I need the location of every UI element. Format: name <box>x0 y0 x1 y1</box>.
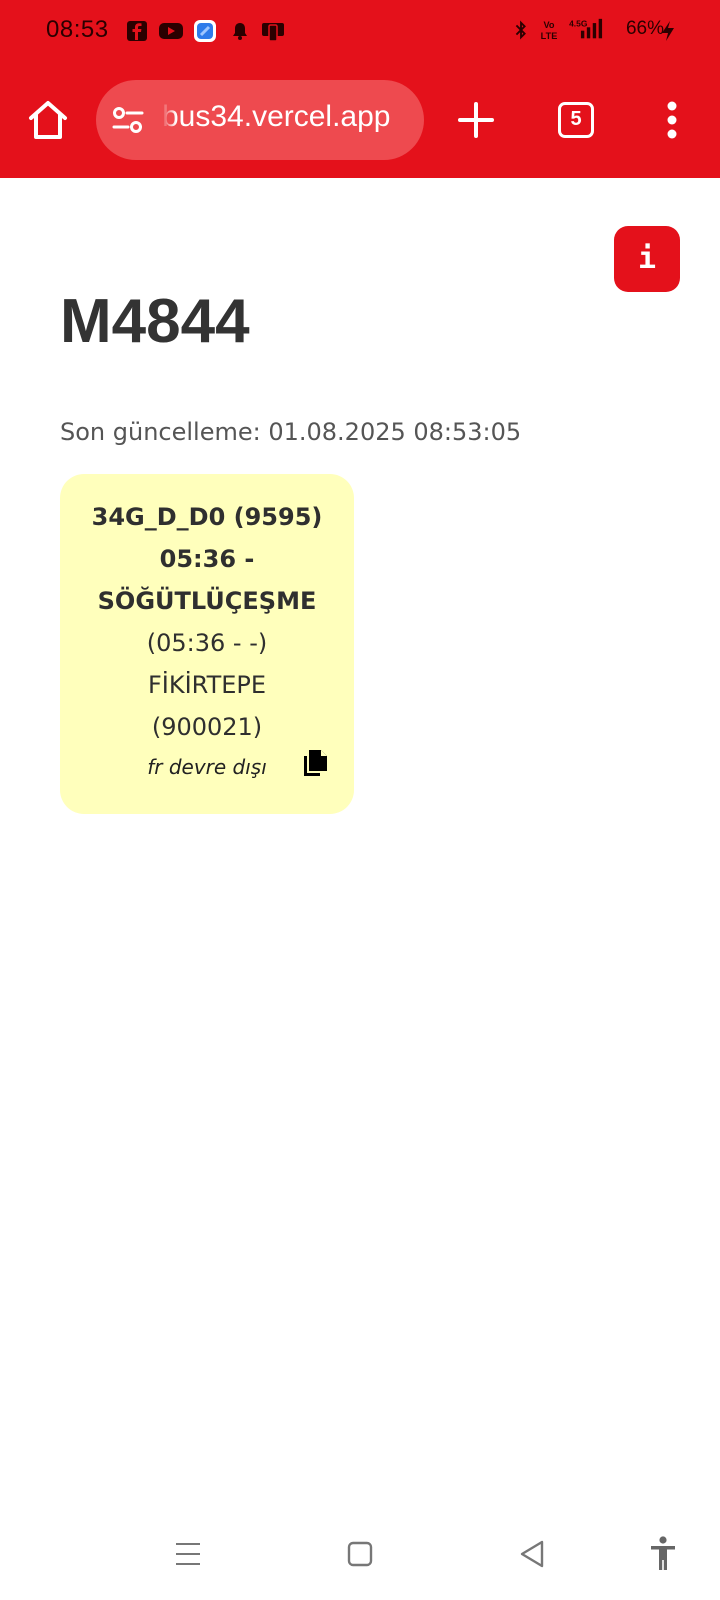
volte-icon: Vo LTE <box>541 20 558 41</box>
facebook-icon <box>127 21 147 41</box>
home-nav-icon[interactable] <box>344 1538 376 1570</box>
signal-icon: 4.5G <box>569 18 603 39</box>
trip-stop-code: (900021) <box>151 713 263 741</box>
trip-card: 34G_D_D0 (9595) 05:36 - SÖĞÜTLÜÇEŞME (05… <box>60 474 354 814</box>
back-icon[interactable] <box>516 1538 548 1570</box>
trip-time-range: (05:36 - -) <box>146 629 268 657</box>
app-icon <box>194 20 216 42</box>
status-bar: 08:53 Vo LTE 4.5G 66% <box>0 0 720 64</box>
menu-icon[interactable] <box>652 98 692 142</box>
copy-icon[interactable] <box>300 748 330 778</box>
trip-departure-time: 05:36 - <box>159 545 255 573</box>
tabs-button[interactable]: 5 <box>558 102 594 138</box>
svg-text:4.5G: 4.5G <box>569 18 588 28</box>
battery-percent: 66% <box>625 18 664 39</box>
svg-text:Vo: Vo <box>543 20 554 30</box>
trip-route-code: 34G_D_D0 (9595) <box>91 503 323 531</box>
system-nav-bar <box>0 1520 720 1600</box>
home-icon[interactable] <box>24 96 72 144</box>
status-time: 08:53 <box>46 16 109 43</box>
info-button[interactable]: i <box>614 226 680 292</box>
bell-icon <box>233 23 247 40</box>
trip-origin-stop: SÖĞÜTLÜÇEŞME <box>97 587 317 615</box>
url-text[interactable]: bus34.vercel.app <box>162 100 391 134</box>
address-bar[interactable]: bus34.vercel.app <box>96 80 424 160</box>
bluetooth-icon <box>515 20 526 40</box>
youtube-icon <box>159 23 183 39</box>
trip-destination-stop: FİKİRTEPE <box>147 671 267 699</box>
battery-charging-icon <box>662 21 674 41</box>
page-title: M4844 <box>60 287 250 356</box>
site-settings-icon[interactable] <box>110 102 146 138</box>
accessibility-icon[interactable] <box>648 1536 678 1572</box>
browser-toolbar: bus34.vercel.app 5 <box>0 64 720 178</box>
svg-text:LTE: LTE <box>541 31 558 41</box>
device-icon <box>262 23 284 42</box>
recents-icon[interactable] <box>172 1538 204 1570</box>
last-update-text: Son güncelleme: 01.08.2025 08:53:05 <box>60 418 522 446</box>
new-tab-icon[interactable] <box>454 98 498 142</box>
